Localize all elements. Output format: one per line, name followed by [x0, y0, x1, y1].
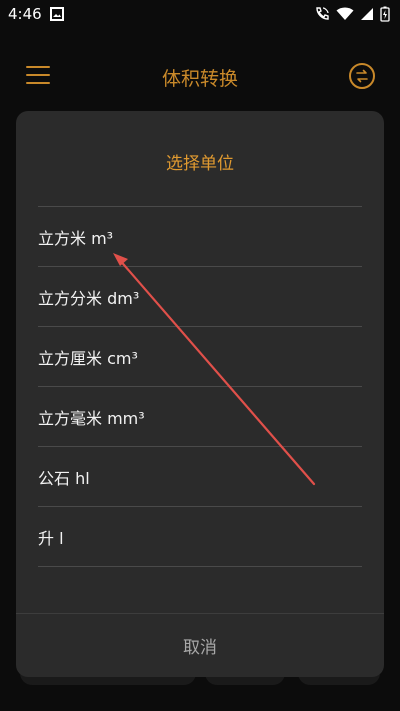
list-item[interactable]: 立方毫米 mm³: [38, 387, 362, 447]
list-item-label: 公石 hl: [38, 468, 90, 488]
status-icons: [314, 6, 390, 22]
status-time: 4:46: [8, 5, 42, 23]
list-item-label: 立方厘米 cm³: [38, 348, 138, 368]
select-unit-dialog: 选择单位 立方米 m³ 立方分米 dm³ 立方厘米 cm³ 立方毫米 mm³ 公…: [16, 111, 384, 677]
list-item[interactable]: 立方厘米 cm³: [38, 327, 362, 387]
wifi-icon: [336, 7, 354, 20]
signal-icon: [361, 8, 373, 20]
status-bar: 4:46: [0, 0, 400, 28]
page-title: 体积转换: [161, 68, 238, 90]
wifi-call-icon: [316, 7, 329, 20]
dialog-title: 选择单位: [166, 154, 234, 174]
app-bar: 体积转换: [0, 50, 400, 102]
image-icon: [49, 7, 64, 21]
swap-icon[interactable]: [349, 63, 375, 89]
list-item-label: 升 l: [38, 528, 64, 548]
list-item-label: 立方毫米 mm³: [38, 408, 145, 428]
list-item[interactable]: 立方米 m³: [38, 207, 362, 267]
list-item[interactable]: 升 l: [38, 507, 362, 567]
unit-list: 立方米 m³ 立方分米 dm³ 立方厘米 cm³ 立方毫米 mm³ 公石 hl …: [38, 206, 362, 567]
cancel-button[interactable]: 取消: [16, 614, 384, 677]
list-item-label: 立方分米 dm³: [38, 288, 140, 308]
battery-icon: [380, 6, 390, 22]
list-item-label: 立方米 m³: [38, 228, 114, 248]
list-item[interactable]: 公石 hl: [38, 447, 362, 507]
list-item[interactable]: 立方分米 dm³: [38, 267, 362, 327]
